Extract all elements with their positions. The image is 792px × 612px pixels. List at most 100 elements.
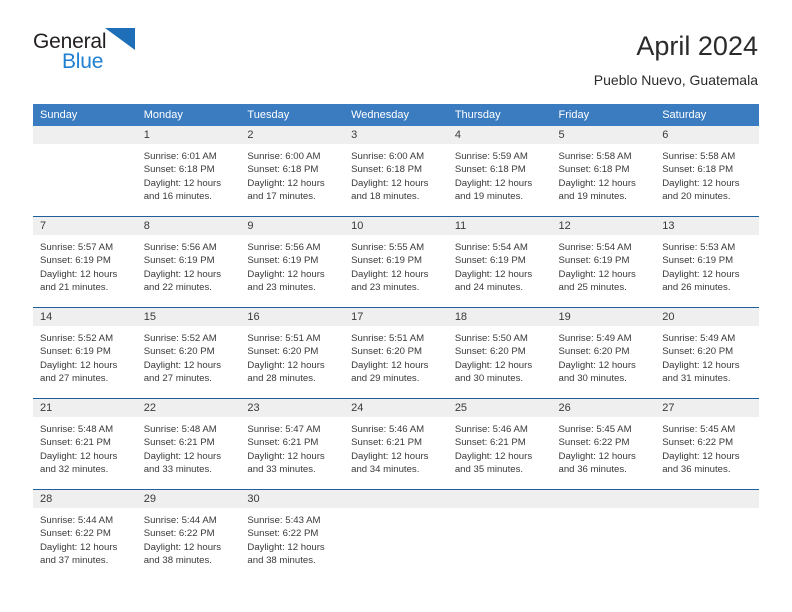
day-number: 28 [33, 490, 137, 508]
calendar-day-cell-14[interactable]: 14 Sunrise: 5:52 AM Sunset: 6:19 PM Dayligh… [33, 307, 137, 399]
weekday-header-tuesday: Tuesday [240, 104, 345, 126]
logo-line-general: General [33, 28, 173, 53]
day-detail-line: Daylight: 12 hours [247, 177, 325, 189]
day-detail-line: and 29 minutes. [351, 372, 420, 384]
calendar-table: Sunday Monday Tuesday Wednesday Thursday Frid… [33, 104, 759, 580]
calendar-day-cell-8[interactable]: 8 Sunrise: 5:56 AM Sunset: 6:19 PM Daylight… [136, 216, 241, 308]
calendar-day-cell-23[interactable]: 23 Sunrise: 5:47 AM Sunset: 6:21 PM Dayligh… [240, 398, 345, 490]
day-detail-line: Sunrise: 5:52 AM [143, 333, 217, 344]
calendar-day-cell-5[interactable]: 5 Sunrise: 5:58 AM Sunset: 6:18 PM Daylight… [551, 126, 656, 217]
day-detail-line: and 32 minutes. [40, 463, 109, 475]
day-detail-line: and 34 minutes. [351, 463, 420, 475]
day-details: Sunrise: 5:56 AM Sunset: 6:19 PM Daylight:… [137, 235, 241, 294]
day-detail-line: Daylight: 12 hours [454, 450, 533, 462]
day-number: 5 [551, 126, 656, 144]
calendar-day-cell-26[interactable]: 26 Sunrise: 5:45 AM Sunset: 6:22 PM Dayligh… [551, 398, 656, 490]
calendar-day-cell-9[interactable]: 9 Sunrise: 5:56 AM Sunset: 6:19 PM Daylight… [240, 216, 345, 308]
day-detail-line: Daylight: 12 hours [662, 268, 740, 280]
day-detail-line: and 23 minutes. [351, 281, 420, 293]
calendar-day-cell-20[interactable]: 20 Sunrise: 5:49 AM Sunset: 6:20 PM Dayligh… [655, 307, 759, 399]
day-detail-line: Daylight: 12 hours [247, 541, 325, 553]
day-number: 18 [447, 308, 552, 326]
day-detail-line: Daylight: 12 hours [143, 450, 222, 462]
calendar-day-cell-6[interactable]: 6 Sunrise: 5:58 AM Sunset: 6:18 PM Daylight… [655, 126, 759, 217]
calendar-day-cell-4[interactable]: 4 Sunrise: 5:59 AM Sunset: 6:18 PM Daylight… [447, 126, 552, 217]
day-detail-line: Sunset: 6:20 PM [558, 346, 630, 358]
day-detail-line: Sunset: 6:20 PM [247, 346, 319, 358]
day-details: Sunrise: 5:59 AM Sunset: 6:18 PM Daylight:… [448, 144, 552, 203]
calendar-day-cell-27[interactable]: 27 Sunrise: 5:45 AM Sunset: 6:22 PM Dayligh… [655, 398, 759, 490]
day-detail-line: Sunset: 6:19 PM [40, 346, 111, 358]
calendar-day-cell-10[interactable]: 10 Sunrise: 5:55 AM Sunset: 6:19 PM Dayligh… [344, 216, 448, 308]
day-number [551, 490, 656, 508]
calendar-day-cell-28[interactable]: 28 Sunrise: 5:44 AM Sunset: 6:22 PM Dayligh… [33, 489, 137, 580]
day-detail-line: Sunrise: 5:59 AM [454, 151, 528, 162]
calendar-day-cell-2[interactable]: 2 Sunrise: 6:00 AM Sunset: 6:18 PM Daylight… [240, 126, 345, 217]
general-blue-logo[interactable]: General Blue [33, 28, 173, 76]
calendar-day-cell-25[interactable]: 25 Sunrise: 5:46 AM Sunset: 6:21 PM Dayligh… [447, 398, 552, 490]
day-detail-line: Daylight: 12 hours [40, 359, 118, 371]
calendar-day-cell-17[interactable]: 17 Sunrise: 5:51 AM Sunset: 6:20 PM Dayligh… [344, 307, 448, 399]
calendar-day-cell-7[interactable]: 7 Sunrise: 5:57 AM Sunset: 6:19 PM Daylight… [33, 216, 137, 308]
day-number: 25 [447, 399, 552, 417]
day-detail-line: Sunset: 6:21 PM [40, 437, 111, 449]
day-detail-line: Sunrise: 5:52 AM [40, 333, 114, 344]
day-detail-line: Sunset: 6:22 PM [558, 437, 630, 449]
day-details: Sunrise: 5:45 AM Sunset: 6:22 PM Daylight:… [552, 417, 656, 476]
calendar-day-cell-29[interactable]: 29 Sunrise: 5:44 AM Sunset: 6:22 PM Dayligh… [136, 489, 241, 580]
day-detail-line: and 20 minutes. [662, 190, 731, 202]
day-number: 10 [344, 217, 448, 235]
day-detail-line: Sunset: 6:18 PM [247, 164, 319, 176]
calendar-page: General Blue April 2024 Pueblo Nuevo, Gu… [0, 0, 792, 612]
day-detail-line: and 21 minutes. [40, 281, 109, 293]
calendar-day-cell-11[interactable]: 11 Sunrise: 5:54 AM Sunset: 6:19 PM Dayligh… [447, 216, 552, 308]
calendar-day-cell-15[interactable]: 15 Sunrise: 5:52 AM Sunset: 6:20 PM Dayligh… [136, 307, 241, 399]
day-detail-line: and 38 minutes. [143, 554, 212, 566]
calendar-day-cell-3[interactable]: 3 Sunrise: 6:00 AM Sunset: 6:18 PM Daylight… [344, 126, 448, 217]
page-subtitle: Pueblo Nuevo, Guatemala [593, 72, 758, 88]
calendar-day-cell-30[interactable]: 30 Sunrise: 5:43 AM Sunset: 6:22 PM Dayligh… [240, 489, 345, 580]
day-detail-line: and 28 minutes. [247, 372, 316, 384]
day-detail-line: Sunset: 6:18 PM [558, 164, 630, 176]
calendar-day-cell-1[interactable]: 1 Sunrise: 6:01 AM Sunset: 6:18 PM Daylight… [136, 126, 241, 217]
day-detail-line: Daylight: 12 hours [247, 359, 325, 371]
day-details: Sunrise: 5:46 AM Sunset: 6:21 PM Daylight:… [344, 417, 448, 476]
day-number: 20 [655, 308, 759, 326]
day-details: Sunrise: 5:50 AM Sunset: 6:20 PM Daylight:… [448, 326, 552, 385]
day-detail-line: Daylight: 12 hours [662, 177, 740, 189]
calendar-day-cell-24[interactable]: 24 Sunrise: 5:46 AM Sunset: 6:21 PM Dayligh… [344, 398, 448, 490]
day-detail-line: Daylight: 12 hours [40, 541, 118, 553]
day-details: Sunrise: 5:48 AM Sunset: 6:21 PM Daylight:… [137, 417, 241, 476]
day-detail-line: Daylight: 12 hours [351, 359, 429, 371]
day-detail-line: Sunrise: 5:53 AM [662, 242, 736, 253]
weekday-header-thursday: Thursday [447, 104, 552, 126]
day-details: Sunrise: 5:47 AM Sunset: 6:21 PM Daylight:… [240, 417, 344, 476]
day-detail-line: and 26 minutes. [662, 281, 731, 293]
day-detail-line: Sunrise: 5:58 AM [558, 151, 632, 162]
calendar-day-cell-12[interactable]: 12 Sunrise: 5:54 AM Sunset: 6:19 PM Dayligh… [551, 216, 656, 308]
day-detail-line: and 19 minutes. [454, 190, 524, 202]
day-number: 22 [136, 399, 241, 417]
day-number: 3 [344, 126, 448, 144]
day-detail-line: and 30 minutes. [454, 372, 524, 384]
day-detail-line: Sunrise: 5:49 AM [662, 333, 736, 344]
day-details: Sunrise: 5:58 AM Sunset: 6:18 PM Daylight:… [655, 144, 759, 203]
day-number: 15 [136, 308, 241, 326]
calendar-day-cell-21[interactable]: 21 Sunrise: 5:48 AM Sunset: 6:21 PM Dayligh… [33, 398, 137, 490]
day-detail-line: Sunrise: 5:43 AM [247, 515, 321, 526]
day-detail-line: and 30 minutes. [558, 372, 627, 384]
calendar-day-cell-16[interactable]: 16 Sunrise: 5:51 AM Sunset: 6:20 PM Dayligh… [240, 307, 345, 399]
calendar-day-cell-13[interactable]: 13 Sunrise: 5:53 AM Sunset: 6:19 PM Dayligh… [655, 216, 759, 308]
day-detail-line: Sunrise: 5:44 AM [143, 515, 217, 526]
day-detail-line: and 23 minutes. [247, 281, 316, 293]
calendar-day-cell-18[interactable]: 18 Sunrise: 5:50 AM Sunset: 6:20 PM Dayligh… [447, 307, 552, 399]
day-number: 4 [447, 126, 552, 144]
calendar-day-cell-22[interactable]: 22 Sunrise: 5:48 AM Sunset: 6:21 PM Dayligh… [136, 398, 241, 490]
calendar-week-row: 1 Sunrise: 6:01 AM Sunset: 6:18 PM Daylight… [33, 126, 759, 217]
day-detail-line: Sunset: 6:21 PM [454, 437, 526, 449]
day-detail-line: Sunrise: 5:58 AM [662, 151, 736, 162]
day-detail-line: Sunset: 6:19 PM [454, 255, 526, 267]
day-detail-line: Sunrise: 5:45 AM [558, 424, 632, 435]
day-detail-line: and 19 minutes. [558, 190, 627, 202]
calendar-day-cell-19[interactable]: 19 Sunrise: 5:49 AM Sunset: 6:20 PM Dayligh… [551, 307, 656, 399]
